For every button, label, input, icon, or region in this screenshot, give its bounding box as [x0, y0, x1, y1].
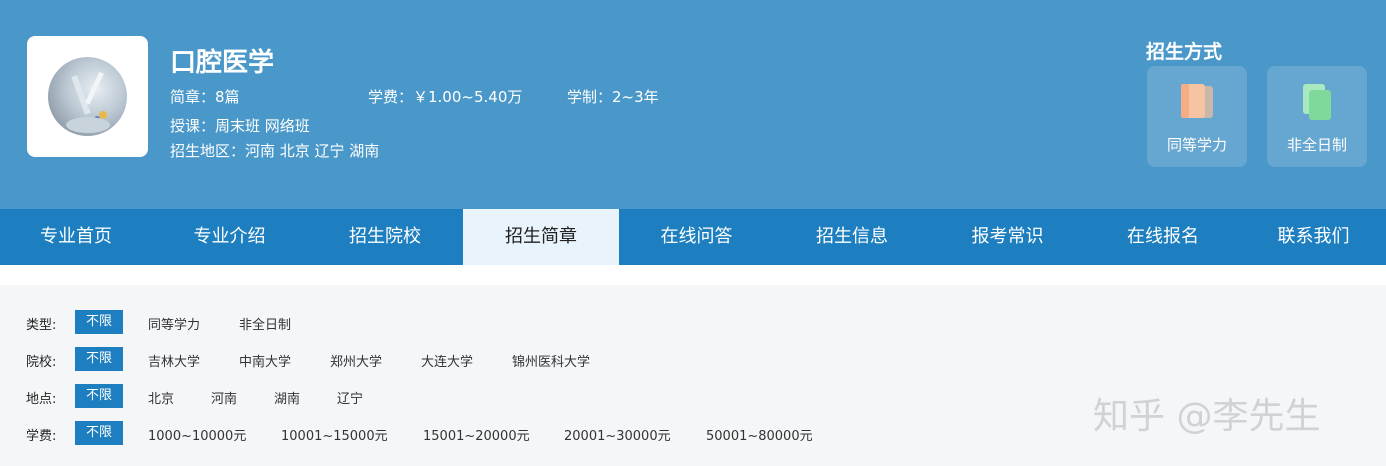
nav-brochures[interactable]: 招生简章: [463, 209, 619, 265]
filter-fee-option[interactable]: 10001~15000元: [281, 425, 388, 444]
filter-label-type: 类型:: [26, 318, 57, 333]
major-header: 口腔医学 简章：8篇 学费：￥1.00~5.40万 学制：2~3年 授课：周末班…: [0, 0, 1386, 209]
filter-location-option[interactable]: 河南: [211, 388, 237, 407]
mode-label-parttime: 非全日制: [1286, 136, 1347, 154]
filter-location-all[interactable]: 不限: [75, 384, 123, 408]
study-duration: 学制：2~3年: [567, 88, 659, 106]
filter-location-option[interactable]: 北京: [148, 388, 174, 407]
nav-major-home[interactable]: 专业首页: [0, 209, 152, 265]
mode-card-equivalent[interactable]: 同等学力: [1147, 66, 1247, 167]
dental-image: [48, 57, 127, 136]
document-orange-icon: [1181, 84, 1213, 118]
tuition-range: 学费：￥1.00~5.40万: [368, 88, 523, 106]
document-green-icon: [1303, 84, 1331, 120]
filter-type-option[interactable]: 同等学力: [148, 314, 200, 333]
filter-fee-all[interactable]: 不限: [75, 421, 123, 445]
major-title: 口腔医学: [170, 48, 275, 78]
filter-type-all[interactable]: 不限: [75, 310, 123, 334]
nav-online-apply[interactable]: 在线报名: [1085, 209, 1241, 265]
filter-label-location: 地点:: [26, 392, 57, 407]
filter-school-option[interactable]: 中南大学: [239, 351, 291, 370]
teaching-mode: 授课：周末班 网络班: [170, 117, 310, 135]
filter-school-option[interactable]: 吉林大学: [148, 351, 200, 370]
nav-qa[interactable]: 在线问答: [619, 209, 774, 265]
mode-card-parttime[interactable]: 非全日制: [1267, 66, 1367, 167]
main-nav: 专业首页 专业介绍 招生院校 招生简章 在线问答 招生信息 报考常识 在线报名 …: [0, 209, 1386, 265]
nav-exam-knowledge[interactable]: 报考常识: [930, 209, 1085, 265]
nav-schools[interactable]: 招生院校: [307, 209, 463, 265]
filter-location-option[interactable]: 湖南: [274, 388, 300, 407]
mode-label-equivalent: 同等学力: [1166, 136, 1227, 154]
filter-school-option[interactable]: 郑州大学: [330, 351, 382, 370]
nav-enroll-info[interactable]: 招生信息: [774, 209, 930, 265]
filter-type-option[interactable]: 非全日制: [239, 314, 291, 333]
filter-fee-option[interactable]: 20001~30000元: [564, 425, 671, 444]
filter-school-option[interactable]: 大连大学: [421, 351, 473, 370]
nav-contact[interactable]: 联系我们: [1241, 209, 1386, 265]
nav-major-intro[interactable]: 专业介绍: [152, 209, 307, 265]
filter-location-option[interactable]: 辽宁: [337, 388, 363, 407]
filter-label-school: 院校:: [26, 355, 57, 370]
watermark: 知乎 @李先生: [1093, 396, 1321, 437]
filter-school-all[interactable]: 不限: [75, 347, 123, 371]
filter-fee-option[interactable]: 50001~80000元: [706, 425, 813, 444]
filter-school-option[interactable]: 锦州医科大学: [512, 351, 590, 370]
brochure-count: 简章：8篇: [170, 88, 240, 106]
filter-label-fee: 学费:: [26, 429, 57, 444]
enroll-regions: 招生地区：河南 北京 辽宁 湖南: [170, 142, 380, 160]
enroll-modes-title: 招生方式: [1146, 41, 1223, 63]
major-thumbnail: [27, 36, 148, 157]
filter-fee-option[interactable]: 1000~10000元: [148, 425, 246, 444]
filter-fee-option[interactable]: 15001~20000元: [423, 425, 530, 444]
